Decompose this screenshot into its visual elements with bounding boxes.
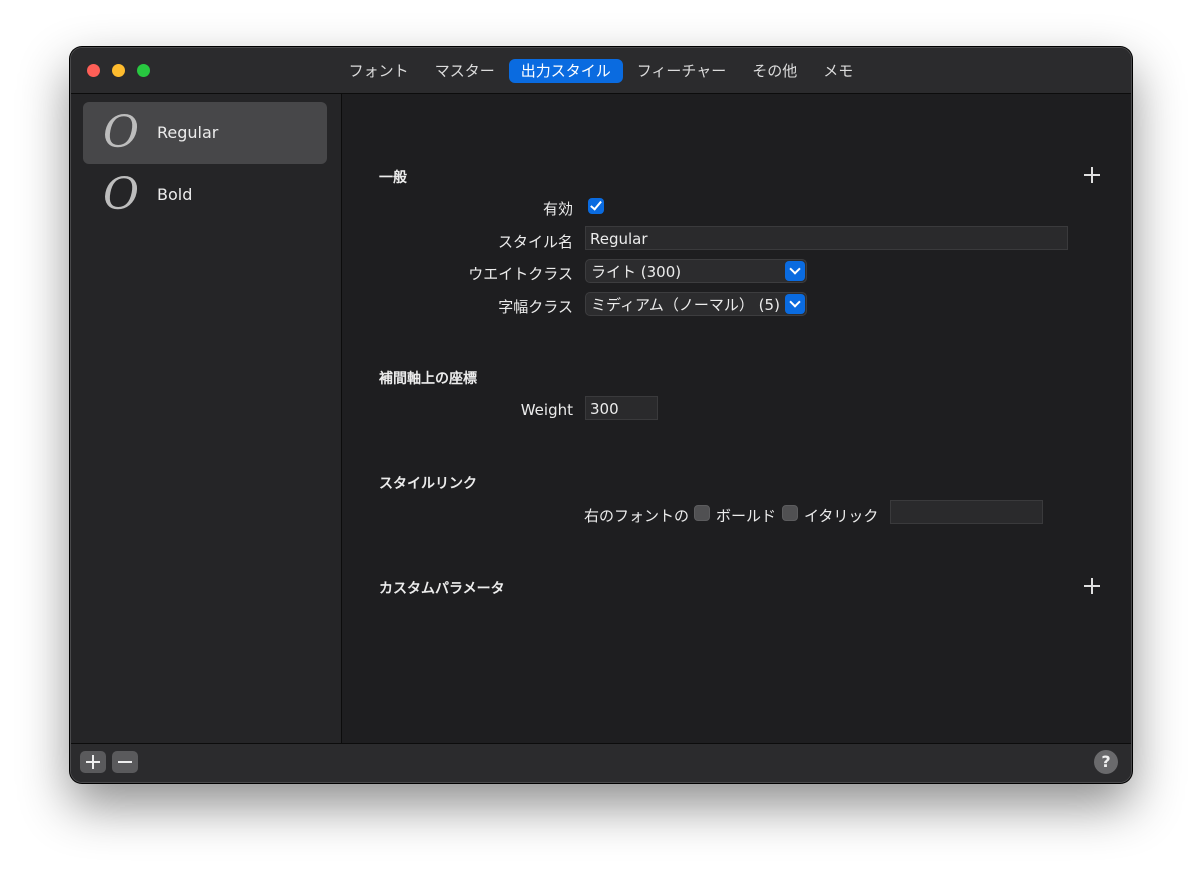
tab-bar: フォント マスター 出力スタイル フィーチャー その他 メモ [71, 59, 1131, 83]
weight-axis-label: Weight [520, 401, 573, 419]
width-class-label: 字幅クラス [498, 298, 573, 316]
section-title-general: 一般 [379, 170, 407, 186]
chevron-down-icon [785, 261, 805, 281]
width-class-popup[interactable]: ミディアム（ノーマル） (5) [585, 292, 807, 316]
tab-font[interactable]: フォント [337, 59, 421, 83]
weight-class-popup[interactable]: ライト (300) [585, 259, 807, 283]
weight-class-label: ウエイトクラス [468, 265, 573, 283]
weight-axis-field[interactable]: 300 [585, 396, 658, 420]
linked-style-field[interactable] [890, 500, 1043, 524]
help-button[interactable]: ? [1094, 750, 1118, 774]
section-title-style-linking: スタイルリンク [379, 476, 477, 492]
sidebar-item-label: Bold [157, 185, 193, 204]
instance-detail-panel: 一般 有効 スタイル名 Regular ウエイトクラス ライト (300) 字幅… [342, 94, 1131, 744]
tab-masters[interactable]: マスター [423, 59, 507, 83]
plus-icon-vertical [92, 755, 94, 769]
instances-sidebar: O Regular O Bold [71, 94, 342, 744]
font-info-window: フォント マスター 出力スタイル フィーチャー その他 メモ O Regular… [70, 47, 1132, 783]
tab-exports[interactable]: 出力スタイル [508, 59, 623, 83]
width-class-value: ミディアム（ノーマル） (5) [591, 296, 780, 314]
bold-link-checkbox[interactable] [694, 505, 710, 521]
section-title-custom-parameters: カスタムパラメータ [379, 581, 505, 597]
add-general-button[interactable] [1083, 166, 1101, 184]
style-link-prefix: 右のフォントの [584, 507, 690, 525]
instance-preview-glyph: O [103, 169, 140, 220]
italic-link-checkbox[interactable] [782, 505, 798, 521]
active-label: 有効 [542, 200, 573, 218]
sidebar-item-label: Regular [157, 123, 219, 142]
sidebar-item-bold[interactable]: O Bold [83, 164, 327, 226]
minus-icon [118, 761, 132, 763]
remove-instance-button[interactable] [112, 751, 138, 773]
italic-link-label: イタリック [804, 507, 879, 525]
tab-features[interactable]: フィーチャー [625, 59, 739, 83]
style-name-field[interactable]: Regular [585, 226, 1068, 250]
active-checkbox[interactable] [588, 198, 604, 214]
weight-class-value: ライト (300) [591, 263, 682, 281]
add-custom-parameter-button[interactable] [1083, 577, 1101, 595]
tab-notes[interactable]: メモ [811, 59, 865, 83]
title-bar: フォント マスター 出力スタイル フィーチャー その他 メモ [71, 48, 1131, 94]
section-title-axis-coordinates: 補間軸上の座標 [379, 371, 477, 387]
instance-preview-glyph: O [103, 107, 140, 158]
bold-link-label: ボールド [716, 507, 777, 525]
sidebar-item-regular[interactable]: O Regular [83, 102, 327, 164]
bottom-toolbar: ? [71, 743, 1131, 782]
tab-other[interactable]: その他 [740, 59, 809, 83]
style-name-label: スタイル名 [497, 233, 573, 251]
add-instance-button[interactable] [80, 751, 106, 773]
chevron-down-icon [785, 294, 805, 314]
